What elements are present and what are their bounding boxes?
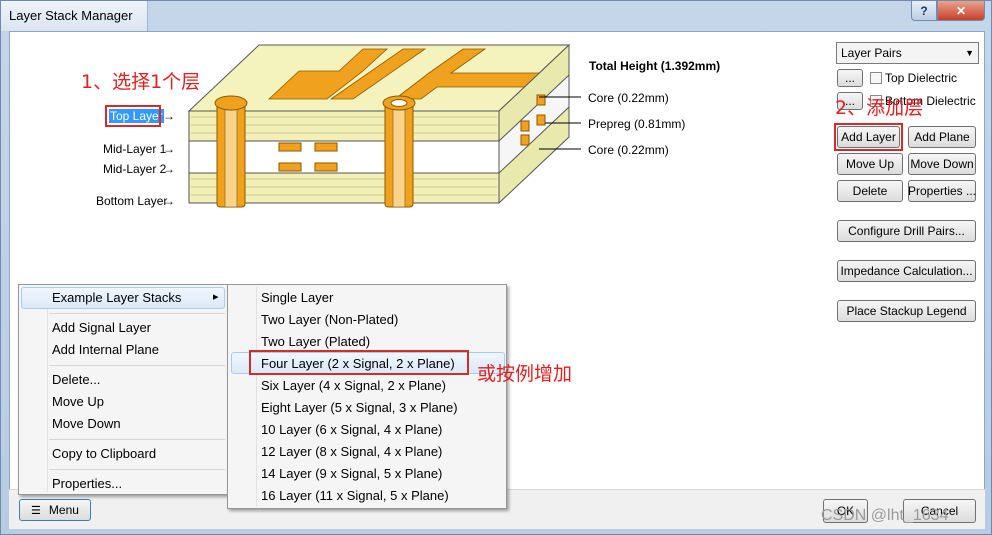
- step2-annotation: 2、添加层: [835, 97, 924, 119]
- mid-layer-2-label[interactable]: Mid-Layer 2: [103, 162, 166, 176]
- core-bottom-label: Core (0.22mm): [588, 143, 669, 157]
- four-layer-highlight-box: [249, 350, 469, 375]
- menu-item-delete[interactable]: Delete...: [52, 372, 100, 387]
- step1-annotation: 1、选择1个层: [81, 71, 201, 93]
- submenu-gutter: [256, 287, 257, 506]
- layer-pairs-select[interactable]: Layer Pairs ▼: [836, 42, 979, 64]
- menu-separator: [49, 365, 225, 366]
- delete-button[interactable]: Delete: [837, 180, 903, 202]
- properties-button[interactable]: Properties ...: [908, 180, 976, 202]
- title-bar[interactable]: Layer Stack Manager ? ✕: [1, 1, 991, 31]
- top-dielectric-dots-button[interactable]: ...: [837, 69, 863, 87]
- submenu-item-two-layer-non-plated[interactable]: Two Layer (Non-Plated): [261, 312, 398, 327]
- mid-layer-1-arrow: →: [163, 142, 175, 156]
- window-title: Layer Stack Manager: [9, 8, 133, 23]
- menu-item-add-internal-plane[interactable]: Add Internal Plane: [52, 342, 159, 357]
- mid-layer-2-arrow: →: [163, 162, 175, 176]
- menu-separator: [49, 469, 225, 470]
- add-plane-button[interactable]: Add Plane: [908, 126, 976, 148]
- submenu-item-single-layer[interactable]: Single Layer: [261, 290, 333, 305]
- configure-drill-pairs-button[interactable]: Configure Drill Pairs...: [837, 220, 976, 242]
- menu-item-copy-to-clipboard[interactable]: Copy to Clipboard: [52, 446, 156, 461]
- top-dielectric-checkbox[interactable]: [870, 72, 882, 84]
- menu-item-example-layer-stacks[interactable]: Example Layer Stacks: [52, 290, 181, 305]
- add-layer-highlight-box: [834, 123, 903, 151]
- core-top-label: Core (0.22mm): [588, 91, 669, 105]
- menu-gutter: [47, 287, 48, 492]
- top-dielectric-label: Top Dielectric: [885, 71, 958, 85]
- layer-stack-manager-window: Layer Stack Manager ? ✕ Total Height (1.…: [0, 0, 992, 535]
- stackup-diagram: [187, 43, 581, 208]
- menu-separator: [49, 439, 225, 440]
- or-example-annotation: 或按例增加: [477, 363, 573, 385]
- close-button[interactable]: ✕: [937, 1, 985, 21]
- submenu-item-16-layer[interactable]: 16 Layer (11 x Signal, 5 x Plane): [261, 488, 449, 503]
- total-height-label: Total Height (1.392mm): [589, 59, 721, 73]
- submenu-item-10-layer[interactable]: 10 Layer (6 x Signal, 4 x Plane): [261, 422, 442, 437]
- watermark: CSDN @lht_1634: [821, 507, 949, 524]
- bottom-layer-label[interactable]: Bottom Layer: [96, 194, 167, 208]
- impedance-calculation-button[interactable]: Impedance Calculation...: [837, 260, 976, 282]
- bottom-layer-arrow: →: [163, 194, 175, 208]
- submenu-item-six-layer[interactable]: Six Layer (4 x Signal, 2 x Plane): [261, 378, 446, 393]
- submenu-item-two-layer-plated[interactable]: Two Layer (Plated): [261, 334, 370, 349]
- top-layer-highlight-box: [105, 105, 161, 127]
- menu-button[interactable]: ☰ Menu: [19, 499, 91, 521]
- prepreg-label: Prepreg (0.81mm): [588, 117, 686, 131]
- menu-item-move-down[interactable]: Move Down: [52, 416, 121, 431]
- submenu-item-eight-layer[interactable]: Eight Layer (5 x Signal, 3 x Plane): [261, 400, 458, 415]
- menu-item-move-up[interactable]: Move Up: [52, 394, 104, 409]
- menu-item-properties[interactable]: Properties...: [52, 476, 122, 491]
- submenu-item-12-layer[interactable]: 12 Layer (8 x Signal, 4 x Plane): [261, 444, 442, 459]
- example-layer-stacks-submenu: Single Layer Two Layer (Non-Plated) Two …: [227, 284, 507, 509]
- chevron-down-icon: ▼: [965, 48, 974, 58]
- move-down-button[interactable]: Move Down: [908, 153, 976, 175]
- help-button[interactable]: ?: [911, 1, 937, 21]
- mid-layer-1-label[interactable]: Mid-Layer 1: [103, 142, 166, 156]
- layer-pairs-value: Layer Pairs: [841, 46, 902, 60]
- menu-item-add-signal-layer[interactable]: Add Signal Layer: [52, 320, 151, 335]
- move-up-button[interactable]: Move Up: [837, 153, 903, 175]
- menu-separator: [49, 313, 225, 314]
- menu-icon: ☰: [31, 504, 41, 517]
- top-layer-arrow: →: [163, 109, 175, 123]
- submenu-arrow-icon: ▸: [213, 291, 219, 303]
- submenu-item-14-layer[interactable]: 14 Layer (9 x Signal, 5 x Plane): [261, 466, 442, 481]
- place-stackup-legend-button[interactable]: Place Stackup Legend: [837, 300, 976, 322]
- menu-button-label: Menu: [48, 503, 79, 517]
- context-menu: Example Layer Stacks ▸ Add Signal Layer …: [18, 284, 228, 495]
